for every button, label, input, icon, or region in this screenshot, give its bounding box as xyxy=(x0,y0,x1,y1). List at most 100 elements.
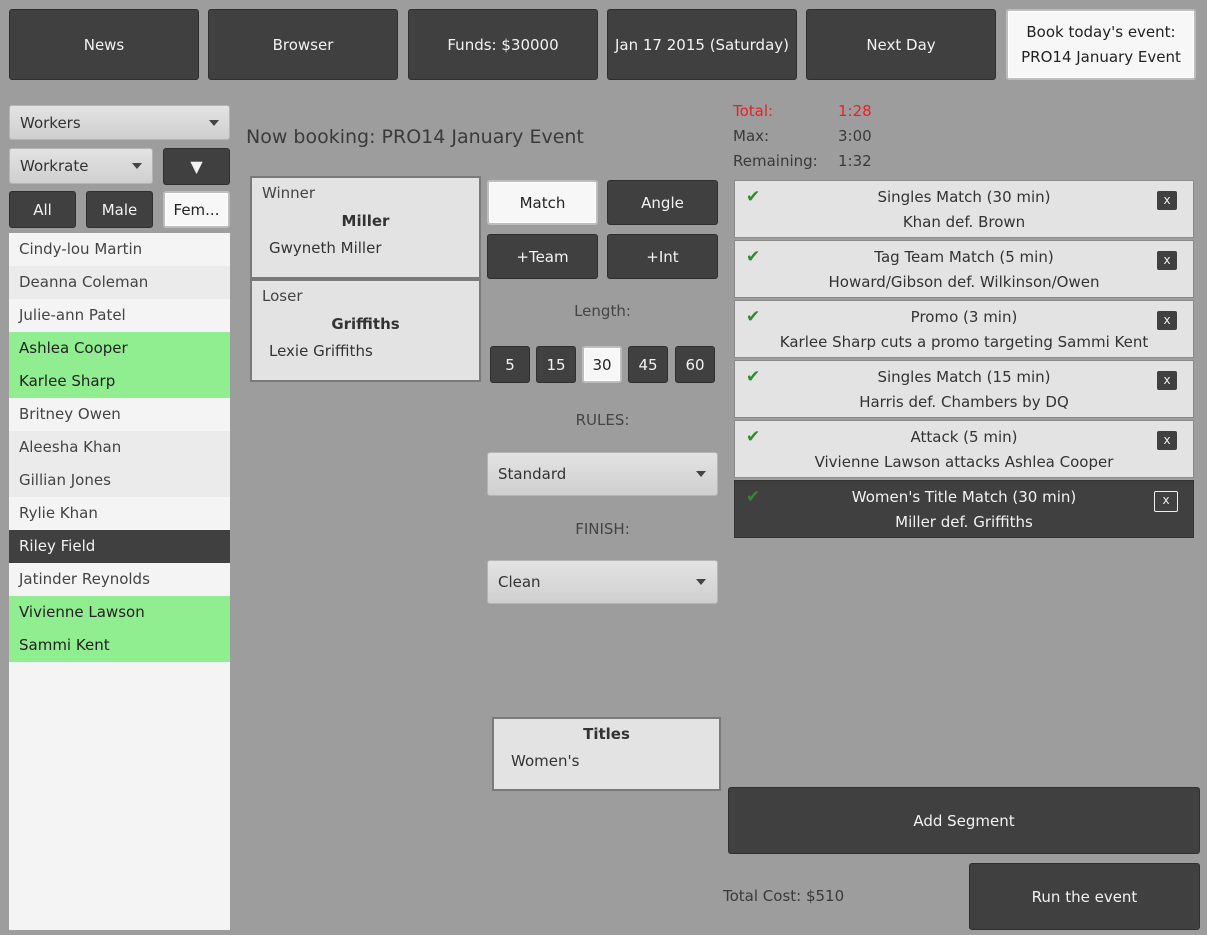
category-value: Workers xyxy=(20,113,81,132)
match-button[interactable]: Match xyxy=(487,180,598,225)
worker-list-item[interactable]: Jatinder Reynolds xyxy=(9,563,230,596)
segment-row[interactable]: ✔ Promo (3 min) Karlee Sharp cuts a promo … xyxy=(734,300,1194,358)
length-option-5[interactable]: 5 xyxy=(490,346,530,383)
finish-value: Clean xyxy=(498,573,541,591)
remove-segment-button[interactable]: x xyxy=(1157,251,1177,270)
run-event-button[interactable]: Run the event xyxy=(969,863,1200,930)
length-option-60[interactable]: 60 xyxy=(675,346,715,383)
add-interference-label: +Int xyxy=(646,247,679,266)
winner-team: Miller xyxy=(341,212,390,230)
worker-list-item[interactable]: Vivienne Lawson xyxy=(9,596,230,629)
book-event-line1: Book today's event: xyxy=(1026,22,1176,41)
segment-row[interactable]: ✔ Women's Title Match (30 min) Miller def.… xyxy=(734,480,1194,538)
loser-label: Loser xyxy=(262,287,303,305)
segment-result: Harris def. Chambers by DQ xyxy=(859,393,1069,411)
segment-result: Miller def. Griffiths xyxy=(895,513,1033,531)
browser-label: Browser xyxy=(272,35,334,54)
remaining-time-value: 1:32 xyxy=(838,152,872,170)
length-option-30[interactable]: 30 xyxy=(582,346,622,383)
length-option-15[interactable]: 15 xyxy=(536,346,576,383)
worker-list-item[interactable]: Ashlea Cooper xyxy=(9,332,230,365)
chevron-down-icon xyxy=(209,119,219,126)
filter-all-label: All xyxy=(33,200,52,219)
segment-row[interactable]: ✔ Singles Match (30 min) Khan def. Brown x xyxy=(734,180,1194,238)
add-team-label: +Team xyxy=(516,247,569,266)
worker-list-item[interactable]: Riley Field xyxy=(9,530,230,563)
worker-list-item[interactable]: Aleesha Khan xyxy=(9,431,230,464)
segment-row[interactable]: ✔ Singles Match (15 min) Harris def. Chamb… xyxy=(734,360,1194,418)
winner-panel[interactable]: Winner Miller Gwyneth Miller xyxy=(250,176,481,279)
total-time-label: Total: xyxy=(733,102,774,120)
rules-value: Standard xyxy=(498,465,567,483)
segment-row[interactable]: ✔ Tag Team Match (5 min) Howard/Gibson def… xyxy=(734,240,1194,298)
segment-result: Vivienne Lawson attacks Ashlea Cooper xyxy=(814,453,1114,471)
filter-male-button[interactable]: Male xyxy=(86,191,153,228)
chevron-down-icon xyxy=(696,471,706,477)
date-button[interactable]: Jan 17 2015 (Saturday) xyxy=(607,9,797,80)
add-team-button[interactable]: +Team xyxy=(487,234,598,279)
category-dropdown[interactable]: Workers xyxy=(9,105,230,140)
winner-name: Gwyneth Miller xyxy=(269,239,382,257)
total-cost: Total Cost: $510 xyxy=(723,887,845,905)
remove-segment-button[interactable]: x xyxy=(1154,491,1178,512)
filter-male-label: Male xyxy=(101,200,138,219)
titles-panel[interactable]: Titles Women's xyxy=(492,717,721,791)
loser-team: Griffiths xyxy=(331,315,400,333)
browser-button[interactable]: Browser xyxy=(208,9,398,80)
worker-list-item[interactable]: Deanna Coleman xyxy=(9,266,230,299)
segment-title: Singles Match (15 min) xyxy=(877,368,1051,386)
length-option-label: 60 xyxy=(685,355,705,374)
next-day-button[interactable]: Next Day xyxy=(806,9,996,80)
segment-title: Women's Title Match (30 min) xyxy=(851,488,1077,506)
sort-value: Workrate xyxy=(20,157,89,175)
winner-label: Winner xyxy=(262,184,316,202)
rules-dropdown[interactable]: Standard xyxy=(487,452,718,496)
remove-segment-button[interactable]: x xyxy=(1157,431,1177,450)
worker-list[interactable]: Cindy-lou Martin Deanna Coleman Julie-ann … xyxy=(9,233,230,930)
remove-segment-button[interactable]: x xyxy=(1157,191,1177,210)
angle-label: Angle xyxy=(641,193,684,212)
book-event-line2: PRO14 January Event xyxy=(1021,47,1181,66)
worker-list-item[interactable]: Britney Owen xyxy=(9,398,230,431)
length-option-label: 30 xyxy=(592,355,612,374)
filter-female-button[interactable]: Fem... xyxy=(163,191,230,228)
remove-segment-button[interactable]: x xyxy=(1157,371,1177,390)
add-segment-button[interactable]: Add Segment xyxy=(728,787,1200,854)
title-item-womens: Women's xyxy=(511,752,580,770)
book-event-button[interactable]: Book today's event: PRO14 January Event xyxy=(1006,9,1196,80)
max-time-value: 3:00 xyxy=(838,127,872,145)
news-button[interactable]: News xyxy=(9,9,199,80)
loser-panel[interactable]: Loser Griffiths Lexie Griffiths xyxy=(250,279,481,382)
worker-list-item[interactable]: Rylie Khan xyxy=(9,497,230,530)
loser-name: Lexie Griffiths xyxy=(269,342,373,360)
angle-button[interactable]: Angle xyxy=(607,180,718,225)
max-time-label: Max: xyxy=(733,127,770,145)
sort-order-icon: ▼ xyxy=(190,157,203,176)
worker-list-item[interactable]: Karlee Sharp xyxy=(9,365,230,398)
filter-all-button[interactable]: All xyxy=(9,191,76,228)
worker-list-item[interactable]: Julie-ann Patel xyxy=(9,299,230,332)
length-option-label: 5 xyxy=(505,355,515,374)
filter-female-label: Fem... xyxy=(173,200,220,219)
total-time-value: 1:28 xyxy=(838,102,872,120)
booking-heading: Now booking: PRO14 January Event xyxy=(246,126,584,148)
chevron-down-icon xyxy=(132,163,142,169)
sort-dropdown[interactable]: Workrate xyxy=(9,148,153,184)
finish-dropdown[interactable]: Clean xyxy=(487,560,718,604)
date-label: Jan 17 2015 (Saturday) xyxy=(615,35,789,54)
segment-title: Singles Match (30 min) xyxy=(877,188,1051,206)
worker-list-item[interactable]: Sammi Kent xyxy=(9,629,230,662)
length-option-45[interactable]: 45 xyxy=(628,346,668,383)
finish-label: FINISH: xyxy=(575,520,630,538)
sort-order-button[interactable]: ▼ xyxy=(163,148,230,185)
worker-list-item[interactable]: Gillian Jones xyxy=(9,464,230,497)
titles-heading: Titles xyxy=(583,725,630,743)
next-day-label: Next Day xyxy=(866,35,936,54)
length-option-label: 45 xyxy=(638,355,658,374)
funds-button[interactable]: Funds: $30000 xyxy=(408,9,598,80)
worker-list-item[interactable]: Cindy-lou Martin xyxy=(9,233,230,266)
remove-segment-button[interactable]: x xyxy=(1157,311,1177,330)
add-interference-button[interactable]: +Int xyxy=(607,234,718,279)
segment-row[interactable]: ✔ Attack (5 min) Vivienne Lawson attacks A… xyxy=(734,420,1194,478)
segment-title: Attack (5 min) xyxy=(910,428,1018,446)
